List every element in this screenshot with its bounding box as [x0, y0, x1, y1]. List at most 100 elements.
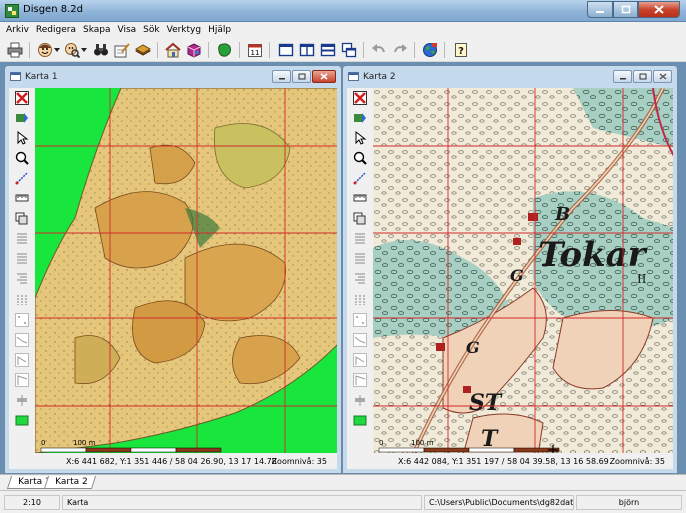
map-view-karta-2[interactable]: B Tokar G II G ST T 0 100 m [373, 88, 673, 453]
copy-tool-button[interactable] [14, 210, 30, 226]
list2-tool-button[interactable] [14, 250, 30, 266]
select-tool-button[interactable] [14, 130, 30, 146]
print-icon [7, 42, 23, 58]
list3-tool-button[interactable] [352, 270, 368, 286]
person-search-button[interactable] [63, 41, 81, 59]
columns-tool-button[interactable] [14, 292, 30, 308]
menu-arkiv[interactable]: Arkiv [6, 25, 29, 35]
books-button[interactable] [134, 41, 152, 59]
route2-tool-button[interactable] [352, 352, 368, 368]
window-close-button[interactable] [312, 70, 336, 83]
list-tool-button[interactable] [14, 230, 30, 246]
map-window-karta-1[interactable]: Karta 1 0 100 m X:6 441 682, Y:1 351 446… [4, 65, 342, 474]
search-button[interactable] [92, 41, 110, 59]
measure-tool-button[interactable] [14, 170, 30, 186]
route-tool-button[interactable] [352, 332, 368, 348]
map-canvas[interactable]: 0 100 m [35, 88, 337, 453]
person-button[interactable] [36, 41, 54, 59]
list2-icon [355, 253, 365, 264]
dots-tool-button[interactable] [14, 312, 30, 328]
close-button[interactable] [638, 1, 680, 18]
ruler-tool-button[interactable] [352, 190, 368, 206]
map-window-titlebar[interactable]: Karta 2 [343, 66, 677, 88]
route3-tool-button[interactable] [14, 372, 30, 388]
tile-vertical-button[interactable] [298, 41, 316, 59]
menu-sok[interactable]: Sök [143, 25, 159, 35]
window-maximize-button[interactable] [633, 70, 652, 83]
undo-icon [372, 44, 385, 53]
map-grid-icon [354, 113, 366, 123]
map-coordinates: X:6 442 084, Y:1 351 197 / 58 04 39.58, … [398, 456, 609, 466]
person-icon [38, 43, 52, 57]
tab-karta-2[interactable]: Karta 2 [43, 476, 96, 489]
select-tool-button[interactable] [352, 130, 368, 146]
zoom-tool-button[interactable] [14, 150, 30, 166]
list-icon [355, 233, 365, 244]
measure-tool-button[interactable] [352, 170, 368, 186]
person-dropdown[interactable] [53, 41, 61, 59]
flag-icon [17, 395, 27, 406]
copy-tool-button[interactable] [352, 210, 368, 226]
remove-tool-button[interactable] [352, 90, 368, 106]
person-search-dropdown[interactable] [80, 41, 88, 59]
map-window-title: Karta 2 [363, 72, 396, 82]
list-tool-button[interactable] [352, 230, 368, 246]
minimize-button[interactable] [587, 1, 613, 18]
window-minimize-button[interactable] [272, 70, 291, 83]
map-view-karta-1[interactable]: 0 100 m [35, 88, 337, 453]
map-window-titlebar[interactable]: Karta 1 [5, 66, 341, 88]
flag-tool-button[interactable] [14, 392, 30, 408]
green-box-tool-button[interactable] [14, 412, 30, 428]
menu-verktyg[interactable]: Verktyg [167, 25, 201, 35]
ruler-tool-button[interactable] [14, 190, 30, 206]
window-minimize-button[interactable] [613, 70, 632, 83]
green-box-tool-button[interactable] [352, 412, 368, 428]
route3-tool-button[interactable] [352, 372, 368, 388]
flag-tool-button[interactable] [352, 392, 368, 408]
map-canvas[interactable]: B Tokar G II G ST T 0 100 m [373, 88, 673, 453]
flag-icon [355, 395, 365, 406]
window-maximize-button[interactable] [292, 70, 311, 83]
single-window-button[interactable] [277, 41, 295, 59]
menu-visa[interactable]: Visa [118, 25, 137, 35]
print-button[interactable] [6, 41, 24, 59]
redo-button[interactable] [391, 41, 409, 59]
menu-redigera[interactable]: Redigera [36, 25, 76, 35]
window-close-button[interactable] [653, 70, 672, 83]
status-time: 2:10 [4, 495, 60, 510]
tile-horizontal-button[interactable] [319, 41, 337, 59]
home-button[interactable] [164, 41, 182, 59]
maximize-button[interactable] [613, 1, 638, 18]
columns-tool-button[interactable] [352, 292, 368, 308]
dots-icon [353, 313, 367, 327]
route-icon [353, 333, 367, 347]
maximize-icon [621, 5, 630, 14]
list3-tool-button[interactable] [14, 270, 30, 286]
help-button[interactable]: ? [452, 41, 470, 59]
map-window-karta-2[interactable]: Karta 2 B Tokar G II G ST T 0 100 m X:6 … [342, 65, 678, 474]
list2-tool-button[interactable] [352, 250, 368, 266]
globe-button[interactable] [421, 41, 439, 59]
remove-tool-button[interactable] [14, 90, 30, 106]
dropdown-arrow-icon [54, 48, 60, 52]
map-button[interactable] [216, 41, 234, 59]
title-bar: Disgen 8.2d [0, 0, 686, 22]
copy-icon [15, 212, 28, 225]
menu-skapa[interactable]: Skapa [83, 25, 111, 35]
cube-button[interactable] [185, 41, 203, 59]
dots-tool-button[interactable] [352, 312, 368, 328]
cascade-button[interactable] [340, 41, 358, 59]
calendar-button[interactable]: 11 [246, 41, 264, 59]
map-grid-tool-button[interactable] [14, 110, 30, 126]
list2-icon [17, 253, 27, 264]
svg-text:?: ? [458, 46, 464, 57]
route2-tool-button[interactable] [14, 352, 30, 368]
zoom-tool-button[interactable] [352, 150, 368, 166]
map-label-st: ST [469, 390, 503, 416]
undo-button[interactable] [370, 41, 388, 59]
columns-icon [17, 295, 27, 305]
map-grid-tool-button[interactable] [352, 110, 368, 126]
notes-button[interactable] [113, 41, 131, 59]
route-tool-button[interactable] [14, 332, 30, 348]
menu-hjalp[interactable]: Hjälp [208, 25, 231, 35]
